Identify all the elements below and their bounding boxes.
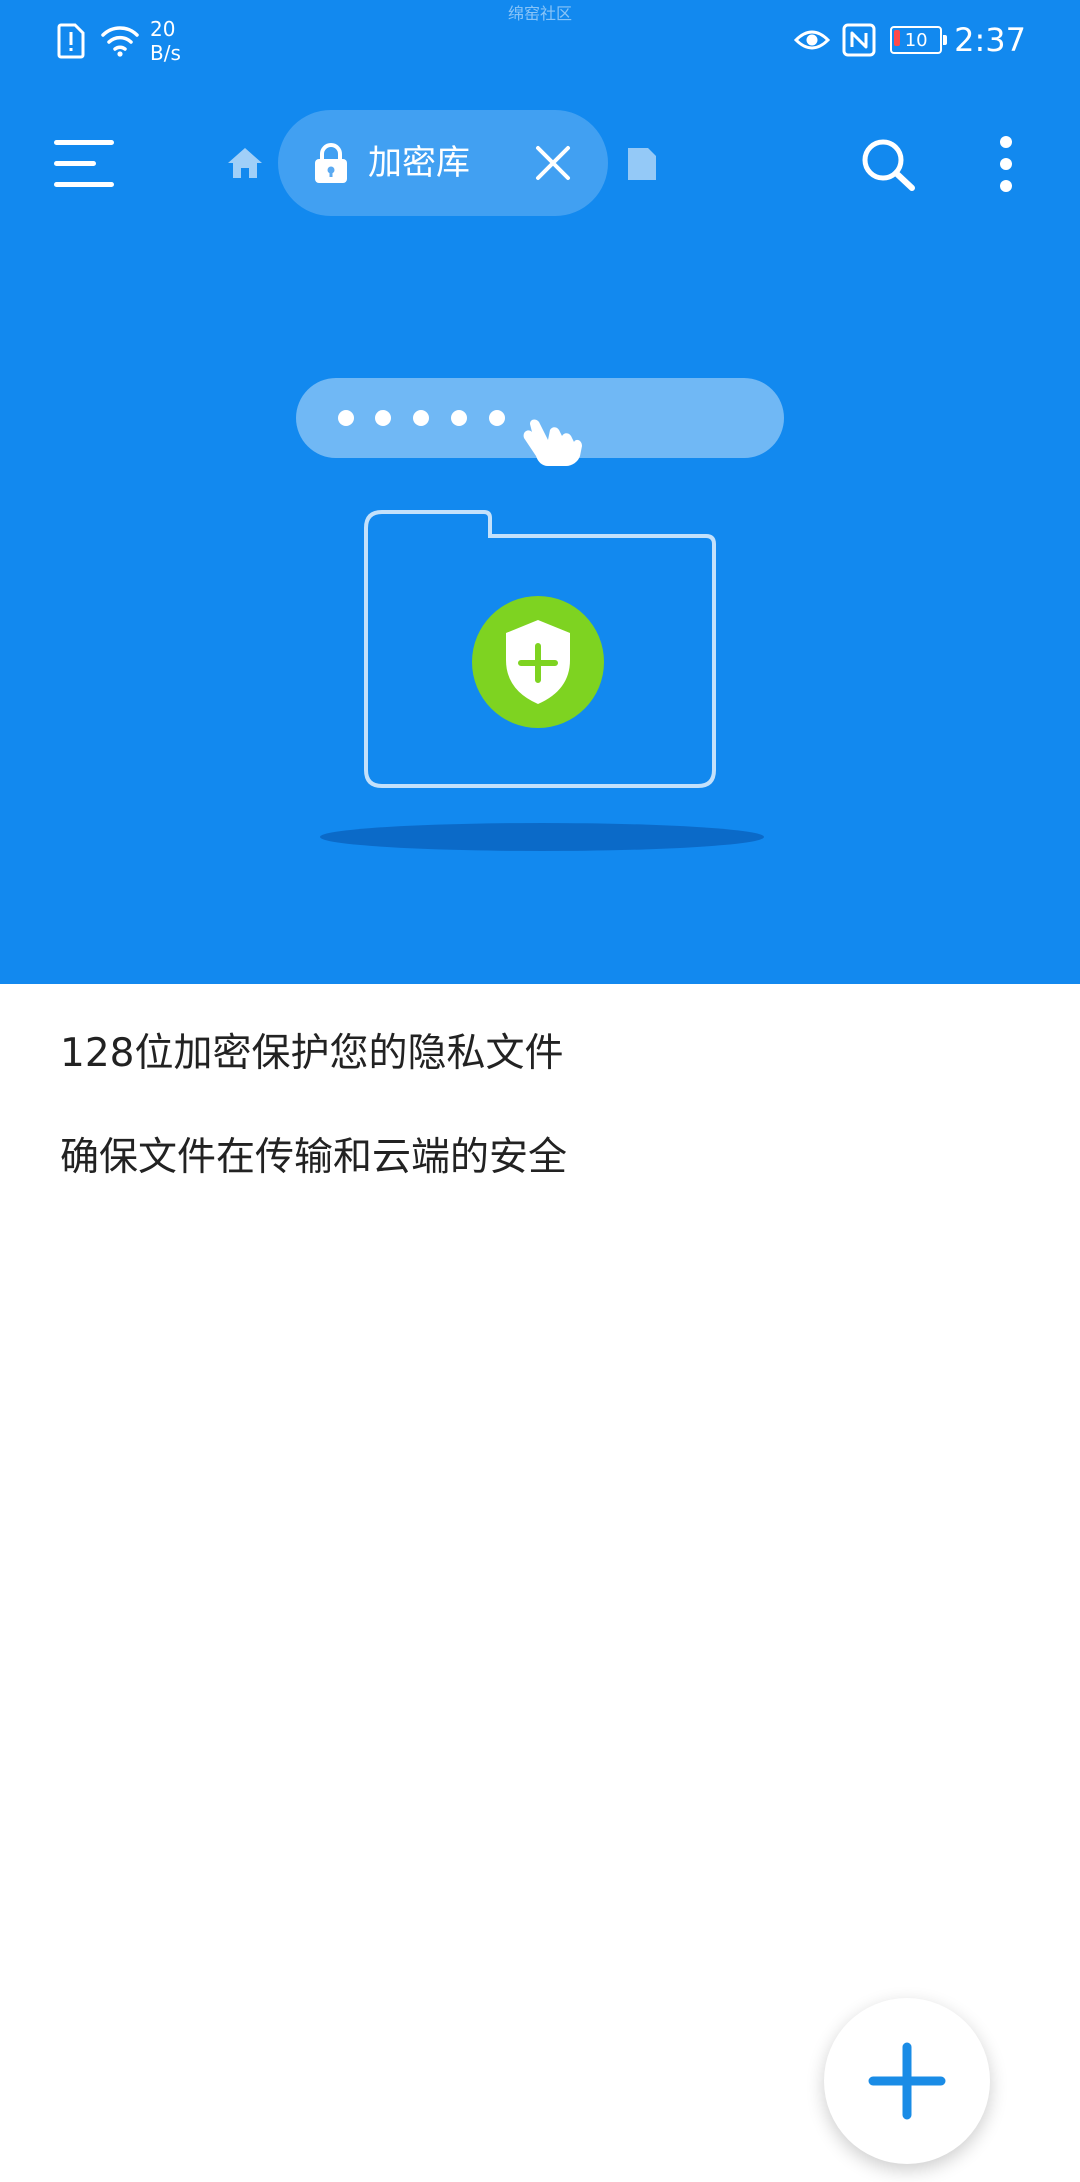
battery-level: 10 [904,29,928,51]
network-speed-unit: B/s [150,41,181,65]
password-dot [413,410,429,426]
eye-icon [794,30,831,50]
document-icon[interactable] [626,146,658,182]
vault-illustration [296,378,784,851]
more-vert-icon[interactable] [996,136,1016,192]
add-fab-button[interactable] [824,1998,990,2164]
sim-alert-icon [57,23,85,59]
clock: 2:37 [954,21,1026,59]
close-icon[interactable] [534,144,572,182]
password-dot [451,410,467,426]
menu-icon[interactable] [54,138,114,188]
header: 20 B/s 绵窑社区 10 2:37 加密库 [0,0,1080,984]
password-dot [338,410,354,426]
description-line-2: 确保文件在传输和云端的安全 [60,1135,568,1180]
lock-icon [315,143,347,183]
folder-shadow [320,823,764,851]
status-right: 10 2:37 [794,18,1026,62]
tab-label: 加密库 [368,143,470,183]
plus-icon [868,2042,946,2120]
nfc-icon [842,23,876,57]
tab-encrypted-vault[interactable]: 加密库 [278,110,608,216]
network-speed: 20 B/s [150,17,181,65]
home-icon[interactable] [226,146,264,180]
password-dot [375,410,391,426]
wifi-icon [101,26,139,57]
password-dot [489,410,505,426]
battery-fill [894,30,901,46]
status-bar: 20 B/s 绵窑社区 10 2:37 [0,0,1080,80]
search-icon[interactable] [858,136,918,192]
description-line-1: 128位加密保护您的隐私文件 [60,1031,564,1076]
battery-icon: 10 [890,26,948,54]
